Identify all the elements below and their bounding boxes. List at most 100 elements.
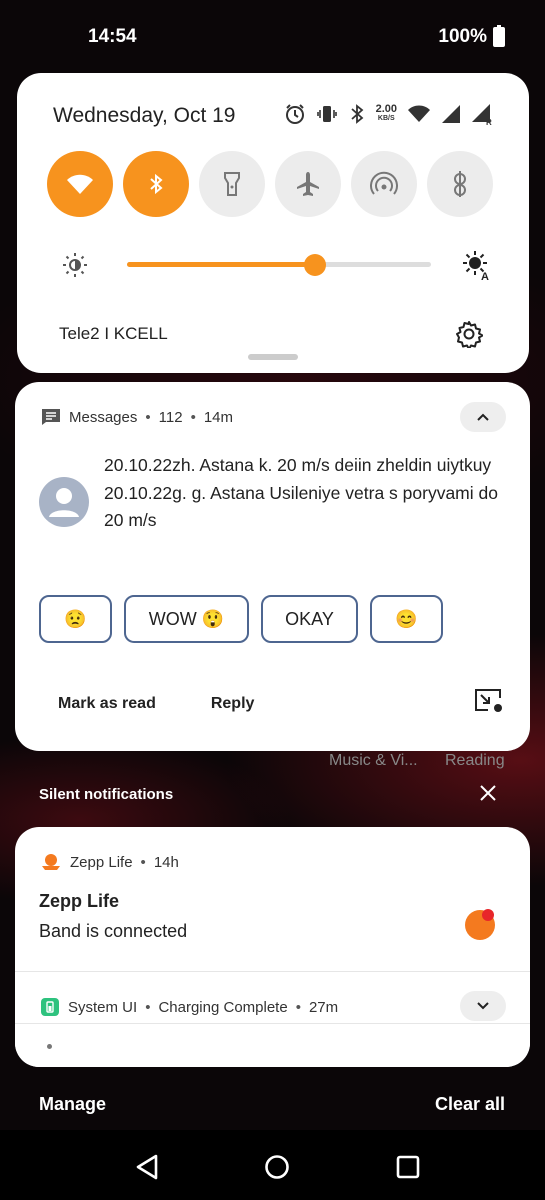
zepp-logo-icon	[464, 907, 498, 946]
message-line: 20.10.22g. g. Astana Usileniye vetra s p…	[104, 482, 498, 531]
messages-notification[interactable]: Messages • 112 • 14m 20.10.22zh. Astana …	[15, 382, 530, 751]
smart-reply-okay[interactable]: OKAY	[261, 595, 358, 643]
network-speed-unit: KB/S	[377, 115, 395, 122]
separator: •	[190, 408, 196, 426]
battery-charging-icon	[493, 25, 505, 47]
navigation-bar	[0, 1130, 545, 1200]
vibrate-icon	[316, 106, 337, 122]
notification-time: 14h	[153, 853, 179, 871]
bluetooth-icon	[150, 173, 163, 195]
tile-airplane[interactable]	[275, 151, 341, 217]
smart-reply-wow[interactable]: WOW 😲	[124, 595, 249, 643]
notification-header: Messages • 112 • 14m	[41, 408, 233, 426]
nfc-icon	[454, 171, 466, 197]
bluetooth-status-icon	[350, 104, 363, 124]
qs-date: Wednesday, Oct 19	[53, 104, 236, 127]
brightness-slider-fill	[127, 262, 316, 267]
carrier-name: Tele2 I KCELL	[59, 324, 168, 343]
separator: •	[140, 853, 146, 871]
airplane-icon	[297, 172, 319, 196]
brightness-row: A	[61, 249, 493, 281]
separator: •	[295, 998, 301, 1016]
sender-avatar	[39, 477, 89, 527]
quick-settings-panel: Wednesday, Oct 19 2.00 KB/S R A Tele2 I …	[17, 73, 529, 373]
notification-title: Charging Complete	[158, 998, 288, 1016]
separator: •	[145, 998, 151, 1016]
collapse-button[interactable]	[460, 402, 506, 432]
qs-status-icons: 2.00 KB/S R	[284, 103, 493, 125]
notification-time: 27m	[308, 998, 339, 1016]
divider	[15, 971, 530, 972]
tile-bluetooth[interactable]	[123, 151, 189, 217]
smart-reply-smile[interactable]: 😊	[370, 595, 443, 643]
notification-actions: Mark as read Reply	[58, 695, 254, 713]
back-button[interactable]	[135, 1154, 159, 1185]
tile-wifi[interactable]	[47, 151, 113, 217]
svg-text:A: A	[481, 271, 489, 281]
brightness-slider[interactable]	[127, 254, 431, 276]
separator: •	[145, 408, 151, 426]
gear-icon	[456, 321, 484, 350]
home-icon	[265, 1155, 289, 1179]
tile-nfc[interactable]	[427, 151, 493, 217]
tile-hotspot[interactable]	[351, 151, 417, 217]
app-name: System UI	[68, 998, 138, 1016]
battery-indicator: 100%	[438, 25, 505, 48]
brightness-low-icon	[63, 253, 87, 277]
silent-notifications-label: Silent notifications	[39, 786, 174, 803]
recents-button[interactable]	[396, 1155, 420, 1184]
message-count: 112	[158, 408, 183, 426]
bubble-icon	[475, 689, 502, 712]
home-button[interactable]	[264, 1154, 290, 1185]
bg-app-label: Reading	[445, 752, 505, 769]
hotspot-icon	[370, 171, 398, 195]
notification-time: 14m	[203, 408, 234, 426]
expand-button[interactable]	[460, 991, 506, 1021]
drag-handle[interactable]	[248, 354, 298, 360]
flashlight-icon	[224, 172, 240, 196]
alarm-icon	[285, 104, 304, 124]
notification-header: Zepp Life • 14h	[40, 852, 179, 872]
recents-icon	[396, 1155, 420, 1179]
back-icon	[136, 1154, 158, 1180]
wifi-status-icon	[408, 105, 430, 122]
auto-brightness-icon[interactable]: A	[461, 249, 493, 281]
status-time: 14:54	[88, 26, 137, 47]
bubble-button[interactable]	[474, 688, 504, 719]
settings-button[interactable]	[455, 320, 484, 353]
svg-text:R: R	[486, 118, 492, 125]
message-body: 20.10.22zh. Astana k. 20 m/s deiin zheld…	[104, 452, 504, 535]
mark-as-read-button[interactable]: Mark as read	[58, 695, 156, 713]
tile-flashlight[interactable]	[199, 151, 265, 217]
battery-percent: 100%	[438, 26, 487, 47]
manage-button[interactable]: Manage	[39, 1094, 106, 1115]
person-icon	[49, 488, 79, 517]
network-speed: 2.00 KB/S	[376, 104, 397, 124]
smart-reply-worried[interactable]: 😟	[39, 595, 112, 643]
battery-app-icon	[41, 998, 59, 1016]
close-icon	[480, 785, 496, 801]
app-name: Messages	[69, 408, 138, 426]
message-line: 20.10.22zh. Astana k. 20 m/s deiin zheld…	[104, 455, 492, 475]
reply-button[interactable]: Reply	[211, 695, 255, 713]
chevron-up-icon	[477, 413, 489, 421]
app-name: Zepp Life	[70, 853, 133, 871]
signal-roaming-icon: R	[472, 104, 492, 125]
chevron-down-icon	[477, 1002, 489, 1010]
dismiss-silent-button[interactable]	[479, 784, 497, 807]
smart-replies: 😟 WOW 😲 OKAY 😊	[39, 595, 443, 643]
status-bar: 14:54 100%	[0, 0, 545, 72]
stack-indicator	[47, 1044, 52, 1049]
zepp-app-icon	[42, 854, 60, 870]
qs-tiles	[47, 151, 493, 217]
network-speed-value: 2.00	[375, 103, 397, 115]
notification-header: System UI • Charging Complete • 27m	[40, 997, 338, 1017]
messages-app-icon	[42, 409, 60, 425]
notification-body: Band is connected	[39, 921, 188, 941]
stacked-notifications[interactable]	[15, 1023, 530, 1067]
notification-title: Zepp Life	[39, 891, 119, 911]
bg-app-label: Music & Vi...	[329, 752, 418, 769]
wifi-icon	[67, 174, 93, 194]
brightness-slider-thumb[interactable]	[304, 254, 327, 276]
clear-all-button[interactable]: Clear all	[435, 1094, 505, 1115]
